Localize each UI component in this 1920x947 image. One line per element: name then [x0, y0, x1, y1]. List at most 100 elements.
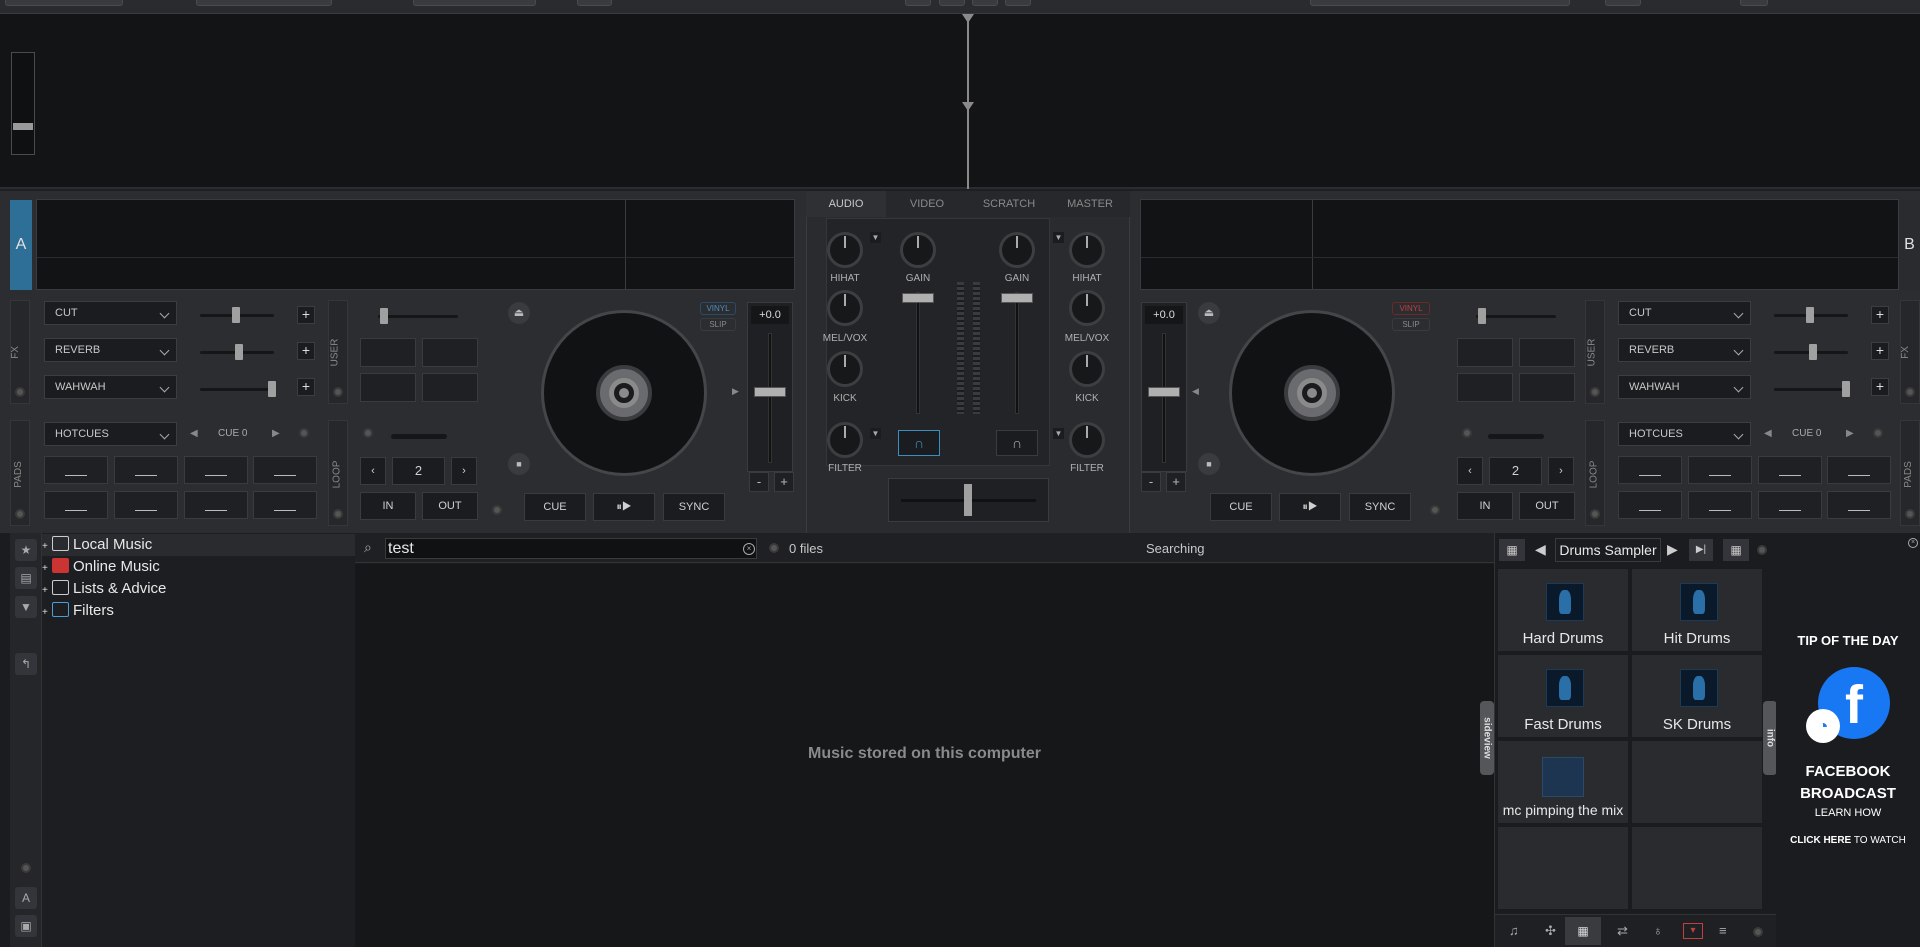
deck-b-fx2-add-button[interactable]: + [1871, 342, 1889, 360]
deck-b-fx2-slider[interactable] [1774, 344, 1848, 360]
deck-b-user-slider[interactable] [1476, 308, 1556, 324]
pitch-track[interactable] [768, 333, 772, 463]
hotcue-pad[interactable] [1618, 491, 1682, 519]
loop-in-button[interactable]: IN [360, 492, 416, 520]
info-tab[interactable]: info [1763, 701, 1777, 775]
right-kick-knob[interactable] [1069, 351, 1105, 387]
hotcue-pad[interactable] [1688, 456, 1752, 484]
pitch-down-button[interactable]: - [749, 472, 769, 492]
toolbar-button[interactable] [1605, 0, 1641, 6]
deck-b-pitch-value[interactable]: +0.0 [1145, 306, 1183, 324]
microphone-icon[interactable]: ♁ [1653, 923, 1663, 938]
toolbar-button[interactable] [413, 0, 536, 6]
deck-b-fx1-select[interactable]: CUT [1618, 301, 1751, 325]
deck-b-sync-button[interactable]: SYNC [1349, 493, 1411, 521]
hotcue-pad[interactable] [1758, 491, 1822, 519]
master-volume-knob[interactable] [13, 123, 33, 130]
tab-audio[interactable]: AUDIO [806, 191, 886, 217]
loop-double-button[interactable]: › [1548, 457, 1574, 485]
sampler-pad[interactable] [1497, 826, 1629, 910]
hotcue-pad[interactable] [1758, 456, 1822, 484]
pitch-fader[interactable] [754, 387, 786, 397]
tree-item-lists-advice[interactable]: + Lists & Advice [42, 578, 166, 600]
deck-a-jog-wheel[interactable] [541, 310, 707, 476]
eject-icon[interactable]: ⏏ [508, 302, 530, 324]
loop-halve-button[interactable]: ‹ [360, 457, 386, 485]
sampler-bank[interactable]: Drums Sampler [1555, 538, 1661, 562]
deck-b-label[interactable]: B [1899, 200, 1920, 290]
music-note-icon[interactable]: ♫ [1509, 923, 1519, 938]
loop-toggle[interactable] [1590, 509, 1600, 519]
right-melvox-knob[interactable] [1069, 290, 1105, 326]
hotcue-pad[interactable] [253, 491, 317, 519]
sampler-pad[interactable] [1631, 740, 1763, 824]
layout-icon[interactable]: ▣ [15, 915, 37, 937]
sampler-option-dot[interactable] [1757, 545, 1767, 555]
slider-knob[interactable] [235, 344, 243, 360]
deck-a-label[interactable]: A [10, 200, 32, 290]
favorites-icon[interactable]: ★ [15, 539, 37, 561]
right-volume-fader[interactable] [1001, 293, 1033, 303]
hotcue-pad[interactable] [114, 491, 178, 519]
sampler-layout-icon[interactable]: ▦ [1723, 539, 1749, 561]
sampler-pad[interactable]: Hard Drums [1497, 568, 1629, 652]
tree-item-filters[interactable]: + Filters [42, 600, 114, 622]
hotcue-pad[interactable] [1827, 456, 1891, 484]
prev-page-icon[interactable]: ◀ [1764, 428, 1772, 439]
pitch-track[interactable] [1162, 333, 1166, 463]
font-size-icon[interactable]: A [15, 887, 37, 909]
deck-a-fx2-select[interactable]: REVERB [44, 338, 177, 362]
vinyl-toggle[interactable]: VINYL [700, 302, 736, 315]
hotcue-pad[interactable] [44, 456, 108, 484]
clear-search-icon[interactable]: × [743, 543, 755, 555]
next-page-icon[interactable]: ▶ [272, 428, 280, 439]
sampler-pad[interactable]: Hit Drums [1631, 568, 1763, 652]
search-bar-top[interactable] [1310, 0, 1570, 6]
footer-option-dot[interactable] [1753, 927, 1763, 937]
tip-cta[interactable]: CLICK HERE TO WATCH [1776, 835, 1920, 846]
shuffle-icon[interactable]: ⇄ [1617, 923, 1628, 939]
left-headphone-icon[interactable]: ∩ [898, 430, 940, 456]
user-toggle[interactable] [1590, 387, 1600, 397]
deck-b-mini-waveform[interactable] [1140, 199, 1899, 290]
user-pad[interactable] [1457, 338, 1513, 367]
loop-double-button[interactable]: › [451, 457, 477, 485]
deck-a-mini-waveform[interactable] [36, 199, 795, 290]
deck-b-cue-button[interactable]: CUE [1210, 493, 1272, 521]
loop-option-toggle[interactable] [1462, 428, 1472, 438]
user-pad[interactable] [1519, 373, 1575, 402]
deck-b-fx1-add-button[interactable]: + [1871, 306, 1889, 324]
crossfader-knob[interactable] [964, 484, 972, 516]
tab-master[interactable]: MASTER [1050, 191, 1130, 217]
hotcue-pad[interactable] [1827, 491, 1891, 519]
left-volume-fader[interactable] [902, 293, 934, 303]
prev-page-icon[interactable]: ◀ [190, 428, 198, 439]
sideview-tab[interactable]: sideview [1480, 701, 1494, 775]
eject-icon[interactable]: ⏏ [1198, 302, 1220, 324]
hotcue-pad[interactable] [184, 456, 248, 484]
slider-knob[interactable] [380, 308, 388, 324]
deck-a-fx3-slider[interactable] [200, 381, 276, 397]
sampler-pad[interactable]: SK Drums [1631, 654, 1763, 738]
toolbar-button[interactable] [1740, 0, 1768, 6]
sampler-pad[interactable] [1631, 826, 1763, 910]
toolbar-button[interactable] [1005, 0, 1031, 6]
user-pad[interactable] [360, 373, 416, 402]
loop-out-button[interactable]: OUT [1519, 492, 1575, 520]
deck-a-fx1-select[interactable]: CUT [44, 301, 177, 325]
close-tip-icon[interactable]: × [1908, 538, 1918, 548]
right-hihat-knob[interactable] [1069, 232, 1105, 268]
stop-icon[interactable]: ■ [508, 453, 530, 475]
deck-b-jog-wheel[interactable] [1229, 310, 1395, 476]
file-list[interactable]: Music stored on this computer [355, 564, 1494, 947]
deck-b-fx3-slider[interactable] [1774, 381, 1850, 397]
deck-b-option-dot[interactable] [1430, 505, 1440, 515]
hotcue-pad[interactable] [44, 491, 108, 519]
search-input[interactable]: test [385, 538, 757, 559]
hotcue-pad[interactable] [1688, 491, 1752, 519]
skip-icon[interactable]: ▶| [1689, 539, 1713, 561]
right-gain-knob[interactable] [999, 232, 1035, 268]
slip-toggle[interactable]: SLIP [1392, 318, 1430, 331]
left-volume-track[interactable] [916, 292, 920, 414]
toolbar-button[interactable] [577, 0, 612, 6]
